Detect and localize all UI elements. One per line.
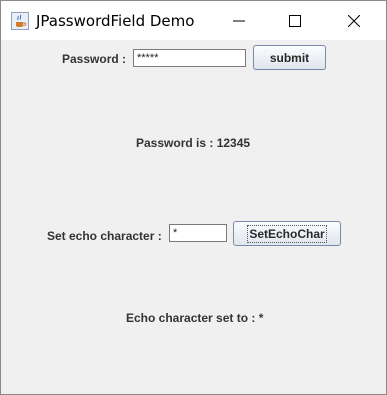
echo-char-label: Set echo character : bbox=[47, 229, 162, 243]
maximize-icon bbox=[289, 14, 301, 27]
maximize-button[interactable] bbox=[272, 1, 318, 40]
java-cup-icon bbox=[11, 12, 29, 30]
echo-char-field[interactable] bbox=[169, 224, 227, 242]
submit-button[interactable]: submit bbox=[253, 45, 326, 70]
submit-button-label: submit bbox=[269, 50, 310, 65]
password-result: Password is : 12345 bbox=[136, 136, 251, 150]
window-title: JPasswordField Demo bbox=[36, 12, 195, 30]
set-echo-char-button[interactable]: SetEchoChar bbox=[233, 221, 341, 246]
close-icon bbox=[348, 14, 360, 27]
close-button[interactable] bbox=[331, 1, 377, 40]
password-label: Password : bbox=[62, 52, 127, 66]
content-pane: Password : submit Password is : 12345 Se… bbox=[1, 40, 386, 394]
echo-result: Echo character set to : * bbox=[126, 311, 264, 325]
minimize-button[interactable] bbox=[216, 1, 262, 40]
password-field[interactable] bbox=[133, 49, 246, 67]
set-echo-char-button-label: SetEchoChar bbox=[247, 224, 327, 243]
app-window: JPasswordField Demo Password : submit Pa… bbox=[0, 0, 387, 395]
minimize-icon bbox=[233, 20, 245, 21]
title-bar[interactable]: JPasswordField Demo bbox=[1, 1, 386, 40]
